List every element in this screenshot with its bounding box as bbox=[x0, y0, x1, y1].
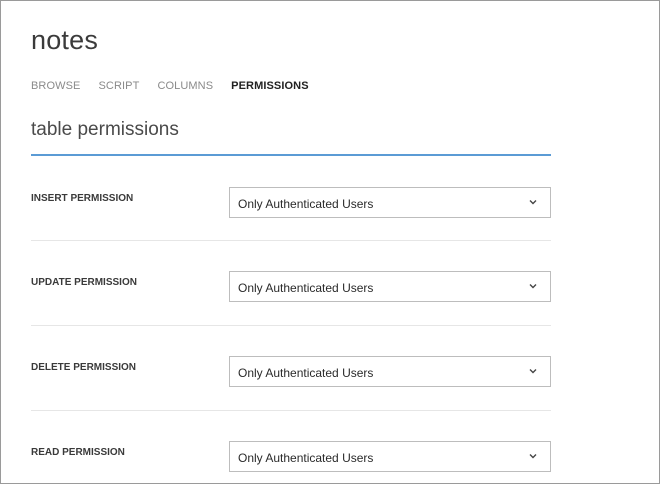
read-permission-label: READ PERMISSION bbox=[31, 447, 125, 458]
section-title: table permissions bbox=[31, 119, 179, 140]
delete-permission-select[interactable]: Only Authenticated Users bbox=[229, 356, 551, 387]
tab-columns[interactable]: COLUMNS bbox=[157, 80, 213, 92]
update-permission-label: UPDATE PERMISSION bbox=[31, 277, 137, 288]
update-permission-value: Only Authenticated Users bbox=[238, 281, 374, 295]
row-divider bbox=[31, 325, 551, 326]
delete-permission-label: DELETE PERMISSION bbox=[31, 362, 137, 373]
chevron-down-icon bbox=[529, 284, 537, 289]
section-divider bbox=[31, 154, 551, 156]
tab-script[interactable]: SCRIPT bbox=[99, 80, 140, 92]
chevron-down-icon bbox=[529, 369, 537, 374]
row-divider bbox=[31, 410, 551, 411]
chevron-down-icon bbox=[529, 454, 537, 459]
tab-bar: BROWSE SCRIPT COLUMNS PERMISSIONS bbox=[31, 80, 327, 92]
update-permission-select[interactable]: Only Authenticated Users bbox=[229, 271, 551, 302]
tab-browse[interactable]: BROWSE bbox=[31, 80, 81, 92]
insert-permission-select[interactable]: Only Authenticated Users bbox=[229, 187, 551, 218]
chevron-down-icon bbox=[529, 200, 537, 205]
row-divider bbox=[31, 240, 551, 241]
app-window: notes BROWSE SCRIPT COLUMNS PERMISSIONS … bbox=[0, 0, 660, 484]
insert-permission-value: Only Authenticated Users bbox=[238, 197, 374, 211]
tab-permissions[interactable]: PERMISSIONS bbox=[231, 80, 309, 92]
read-permission-select[interactable]: Only Authenticated Users bbox=[229, 441, 551, 472]
insert-permission-label: INSERT PERMISSION bbox=[31, 193, 134, 204]
delete-permission-value: Only Authenticated Users bbox=[238, 366, 374, 380]
read-permission-value: Only Authenticated Users bbox=[238, 451, 374, 465]
page-title: notes bbox=[31, 25, 99, 55]
